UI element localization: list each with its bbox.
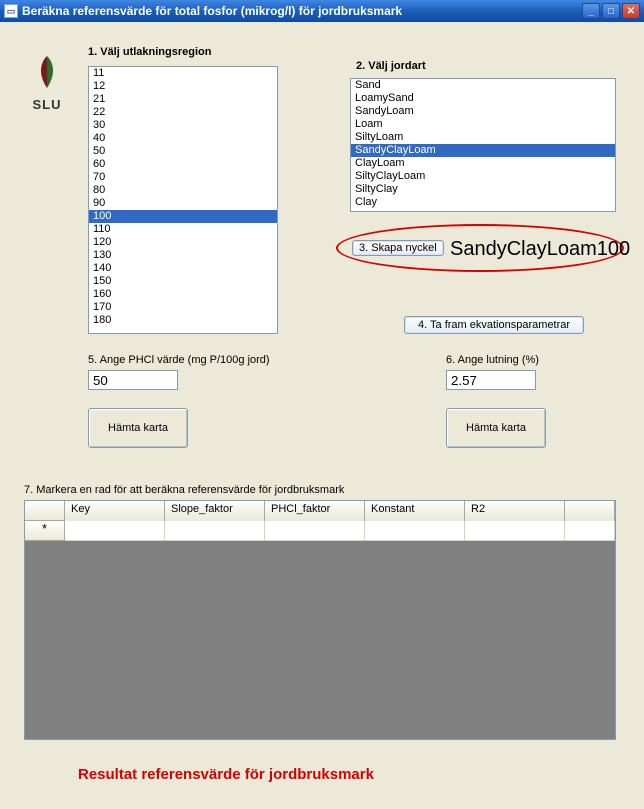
region-option[interactable]: 170 <box>89 301 277 314</box>
grid-cell[interactable] <box>165 521 265 541</box>
soil-option[interactable]: SiltyClayLoam <box>351 170 615 183</box>
soil-option[interactable]: Loam <box>351 118 615 131</box>
window-titlebar: ▭ Beräkna referensvärde för total fosfor… <box>0 0 644 22</box>
fetch-params-button[interactable]: 4. Ta fram ekvationsparametrar <box>404 316 584 334</box>
grid-cell[interactable] <box>265 521 365 541</box>
window-minimize-button[interactable]: _ <box>582 3 600 19</box>
grid-header-cell[interactable]: Konstant <box>365 501 465 521</box>
phcl-input[interactable] <box>88 370 178 390</box>
grid-header-cell[interactable]: PHCl_faktor <box>265 501 365 521</box>
create-key-button[interactable]: 3. Skapa nyckel <box>352 240 444 256</box>
logo-text: SLU <box>20 97 74 112</box>
grid-header-row: KeySlope_faktorPHCl_faktorKonstantR2 <box>25 501 615 521</box>
grid-new-row[interactable]: * <box>25 521 615 541</box>
map-button-right[interactable]: Hämta karta <box>446 408 546 448</box>
generated-key-text: SandyClayLoam100 <box>450 238 630 261</box>
region-option[interactable]: 70 <box>89 171 277 184</box>
region-option[interactable]: 30 <box>89 119 277 132</box>
region-option[interactable]: 22 <box>89 106 277 119</box>
region-option[interactable]: 140 <box>89 262 277 275</box>
soil-option[interactable]: SandyLoam <box>351 105 615 118</box>
region-option[interactable]: 12 <box>89 80 277 93</box>
region-option[interactable]: 40 <box>89 132 277 145</box>
grid-cell[interactable] <box>65 521 165 541</box>
grid-label: 7. Markera en rad för att beräkna refere… <box>24 484 344 496</box>
window-close-button[interactable]: ✕ <box>622 3 640 19</box>
region-option[interactable]: 80 <box>89 184 277 197</box>
region-option[interactable]: 160 <box>89 288 277 301</box>
map-button-left[interactable]: Hämta karta <box>88 408 188 448</box>
soil-option[interactable]: Clay <box>351 196 615 209</box>
results-grid[interactable]: KeySlope_faktorPHCl_faktorKonstantR2 * <box>24 500 616 740</box>
region-option[interactable]: 100 <box>89 210 277 223</box>
grid-header-cell[interactable]: R2 <box>465 501 565 521</box>
soil-listbox[interactable]: SandLoamySandSandyLoamLoamSiltyLoamSandy… <box>350 78 616 212</box>
window-maximize-button[interactable]: □ <box>602 3 620 19</box>
soil-label: 2. Välj jordart <box>356 60 426 72</box>
region-label: 1. Välj utlakningsregion <box>88 46 211 58</box>
grid-cell-filler <box>565 521 615 541</box>
logo: SLU <box>20 52 74 112</box>
soil-option[interactable]: ClayLoam <box>351 157 615 170</box>
region-option[interactable]: 110 <box>89 223 277 236</box>
grid-cell[interactable] <box>365 521 465 541</box>
window-title: Beräkna referensvärde för total fosfor (… <box>22 4 582 18</box>
app-icon: ▭ <box>4 4 18 18</box>
soil-option[interactable]: Sand <box>351 79 615 92</box>
result-text: Resultat referensvärde för jordbruksmark <box>78 766 374 783</box>
slope-label: 6. Ange lutning (%) <box>446 354 539 366</box>
region-option[interactable]: 50 <box>89 145 277 158</box>
region-listbox[interactable]: 1112212230405060708090100110120130140150… <box>88 66 278 334</box>
soil-option[interactable]: SiltyLoam <box>351 131 615 144</box>
region-option[interactable]: 11 <box>89 67 277 80</box>
grid-header-cell[interactable]: Key <box>65 501 165 521</box>
soil-option[interactable]: SandyClayLoam <box>351 144 615 157</box>
region-option[interactable]: 21 <box>89 93 277 106</box>
phcl-label: 5. Ange PHCl värde (mg P/100g jord) <box>88 354 270 366</box>
region-option[interactable]: 150 <box>89 275 277 288</box>
grid-newrow-indicator: * <box>25 521 65 541</box>
soil-option[interactable]: LoamySand <box>351 92 615 105</box>
grid-header-filler <box>565 501 615 521</box>
region-option[interactable]: 60 <box>89 158 277 171</box>
region-option[interactable]: 90 <box>89 197 277 210</box>
grid-corner-cell <box>25 501 65 521</box>
region-option[interactable]: 120 <box>89 236 277 249</box>
region-option[interactable]: 180 <box>89 314 277 327</box>
slu-logo-icon <box>27 52 67 92</box>
region-option[interactable]: 130 <box>89 249 277 262</box>
grid-cell[interactable] <box>465 521 565 541</box>
soil-option[interactable]: SiltyClay <box>351 183 615 196</box>
slope-input[interactable] <box>446 370 536 390</box>
grid-header-cell[interactable]: Slope_faktor <box>165 501 265 521</box>
